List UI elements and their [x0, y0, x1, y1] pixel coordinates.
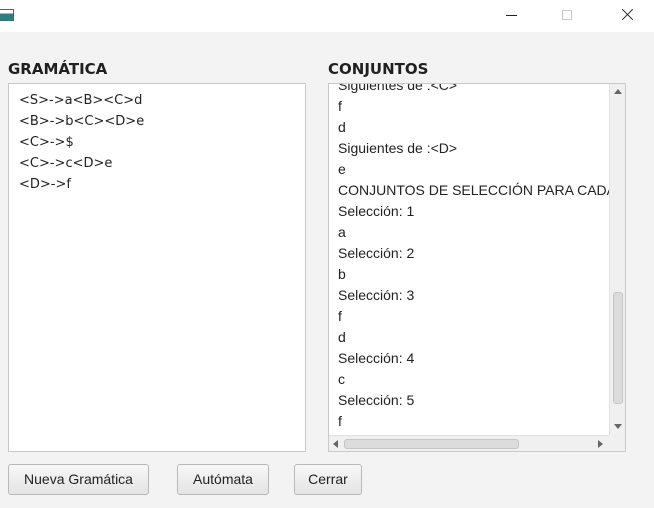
sets-line: c: [338, 371, 345, 387]
grammar-heading: GRAMÁTICA: [8, 60, 108, 78]
scrollbar-corner: [609, 435, 625, 451]
sets-line: Selección: 2: [338, 245, 415, 261]
sets-line: f: [338, 98, 342, 114]
sets-textarea[interactable]: Siguientes de :<C> f d Siguientes de :<D…: [328, 83, 626, 452]
minimize-icon: [506, 15, 517, 16]
grammar-lines: <S>->a<B><C>d <B>->b<C><D>e <C>->$ <C>->…: [19, 90, 144, 195]
scroll-up-icon[interactable]: [614, 89, 622, 94]
close-window-button[interactable]: [600, 0, 646, 32]
sets-line: Selección: 4: [338, 350, 415, 366]
maximize-button[interactable]: [545, 0, 591, 32]
sets-lines: Siguientes de :<C> f d Siguientes de :<D…: [338, 84, 609, 432]
grammar-line: <S>->a<B><C>d: [19, 93, 143, 108]
sets-line: Siguientes de :<D>: [338, 140, 458, 156]
sets-line: CONJUNTOS DE SELECCIÓN PARA CADA: [338, 182, 609, 198]
vertical-scrollbar[interactable]: [609, 84, 625, 435]
grammar-textarea[interactable]: <S>->a<B><C>d <B>->b<C><D>e <C>->$ <C>->…: [8, 83, 306, 452]
sets-line: a: [338, 224, 346, 240]
close-button[interactable]: Cerrar: [294, 464, 362, 495]
horizontal-scrollbar[interactable]: [329, 435, 609, 451]
sets-line: Selección: 1: [338, 203, 415, 219]
app-icon: [0, 9, 14, 21]
grammar-line: <C>->c<D>e: [19, 156, 113, 171]
sets-line: Siguientes de :<C>: [338, 84, 458, 93]
automaton-button[interactable]: Autómata: [177, 464, 269, 495]
title-bar: [0, 0, 654, 32]
maximize-icon: [562, 10, 572, 20]
sets-heading: CONJUNTOS: [328, 60, 429, 78]
close-icon: [621, 9, 633, 21]
sets-line: f: [338, 413, 342, 429]
horizontal-scroll-thumb[interactable]: [344, 439, 519, 449]
sets-viewport: Siguientes de :<C> f d Siguientes de :<D…: [329, 84, 609, 435]
sets-line: d: [338, 119, 346, 135]
scroll-down-icon[interactable]: [614, 424, 622, 429]
sets-line: e: [338, 161, 346, 177]
new-grammar-button[interactable]: Nueva Gramática: [8, 464, 149, 495]
sets-line: f: [338, 308, 342, 324]
minimize-button[interactable]: [490, 0, 536, 32]
scroll-left-icon[interactable]: [333, 440, 338, 448]
grammar-line: <D>->f: [19, 177, 71, 192]
sets-line: Selección: 3: [338, 287, 415, 303]
sets-line: Selección: 5: [338, 392, 415, 408]
vertical-scroll-thumb[interactable]: [613, 292, 623, 404]
grammar-line: <C>->$: [19, 135, 74, 150]
sets-line: d: [338, 329, 346, 345]
scroll-right-icon[interactable]: [598, 440, 603, 448]
grammar-line: <B>->b<C><D>e: [19, 114, 145, 129]
sets-line: b: [338, 266, 346, 282]
